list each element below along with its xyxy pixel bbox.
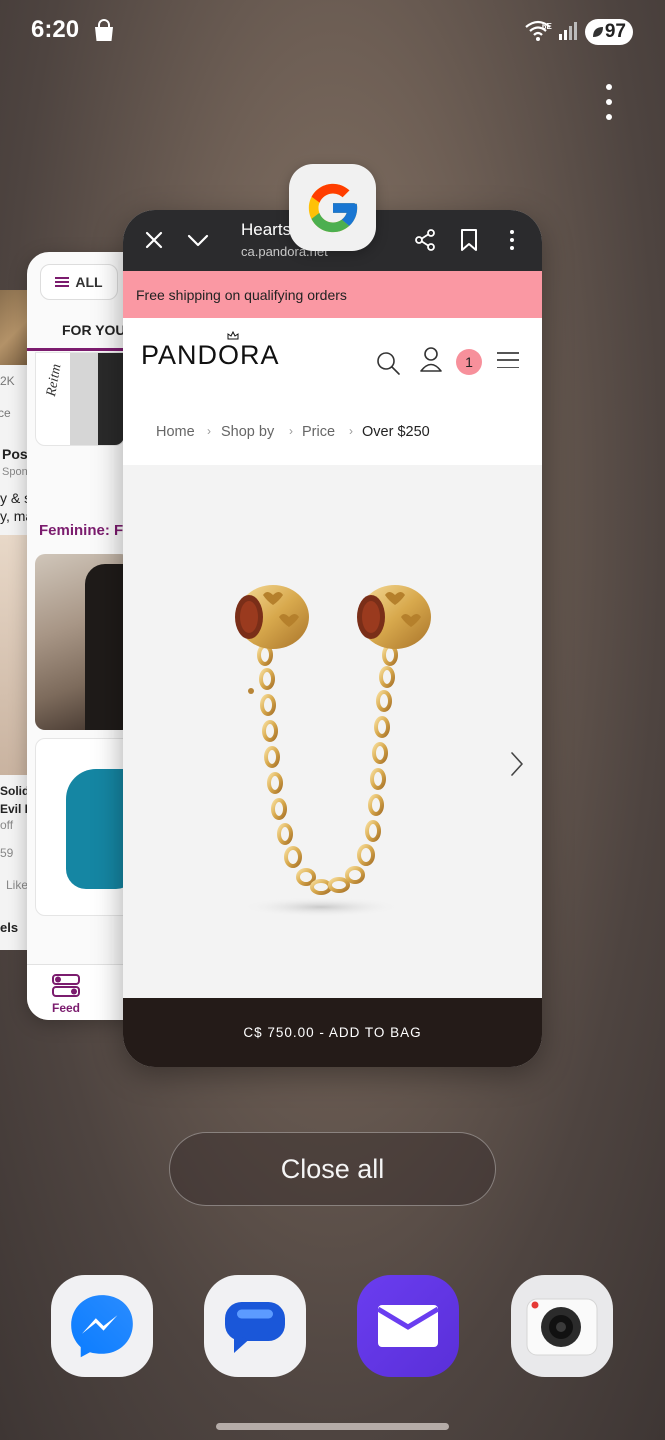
- messages-icon[interactable]: [204, 1275, 306, 1377]
- battery-saver-icon: [593, 27, 603, 37]
- recents-more-options-icon[interactable]: [596, 84, 622, 120]
- status-bar: 6:20 6E 97: [0, 0, 665, 64]
- section-title: Feminine: F: [39, 522, 124, 539]
- browser-app-card[interactable]: Hearts ca.pandora.net Free shipping on q…: [123, 210, 542, 1067]
- chevron-right-icon: ›: [349, 424, 353, 438]
- svg-text:6E: 6E: [542, 22, 552, 31]
- product-thumbnail[interactable]: [35, 738, 133, 916]
- signal-icon: [558, 22, 578, 45]
- product-thumbnail[interactable]: Reitm: [35, 352, 125, 446]
- breadcrumb-shop-by[interactable]: Shop by: [221, 424, 274, 440]
- status-time: 6:20: [31, 16, 80, 43]
- far-card-text: Like: [6, 878, 29, 892]
- chevron-down-icon[interactable]: [187, 232, 209, 253]
- close-icon[interactable]: [144, 230, 164, 255]
- product-image: [235, 585, 431, 917]
- breadcrumb-home[interactable]: Home: [156, 424, 195, 440]
- tab-for-you[interactable]: FOR YOU: [62, 322, 126, 338]
- chevron-right-icon[interactable]: [509, 751, 525, 782]
- promo-text: Free shipping on qualifying orders: [136, 286, 347, 303]
- bookmark-icon[interactable]: [459, 228, 479, 257]
- far-card-text: els: [0, 920, 19, 935]
- filter-all-button[interactable]: ALL: [40, 264, 118, 300]
- far-card-text: ce: [0, 406, 11, 420]
- battery-level: 97: [604, 21, 626, 42]
- menu-icon: [55, 277, 70, 287]
- far-card-text: off: [0, 818, 14, 832]
- promo-banner[interactable]: Free shipping on qualifying orders: [123, 271, 542, 318]
- close-all-button[interactable]: Close all: [169, 1132, 496, 1206]
- home-indicator[interactable]: [216, 1423, 449, 1430]
- breadcrumb-price[interactable]: Price: [302, 424, 335, 440]
- share-icon[interactable]: [413, 228, 437, 257]
- google-icon[interactable]: [289, 164, 376, 251]
- wifi-icon: 6E: [525, 20, 555, 47]
- product-thumbnail[interactable]: [35, 554, 131, 730]
- chevron-right-icon: ›: [207, 424, 211, 438]
- site-header: PANDORA 1: [123, 318, 542, 404]
- camera-icon[interactable]: [511, 1275, 613, 1377]
- far-card-text: Spon: [2, 466, 28, 478]
- account-icon[interactable]: [419, 346, 443, 379]
- chevron-right-icon: ›: [289, 424, 293, 438]
- crown-icon: [227, 331, 239, 340]
- add-to-bag-label: C$ 750.00 - ADD TO BAG: [243, 1025, 422, 1040]
- tab-title: Hearts: [241, 220, 292, 239]
- battery-indicator: 97: [585, 19, 633, 45]
- add-to-bag-button[interactable]: C$ 750.00 - ADD TO BAG: [123, 998, 542, 1067]
- shopping-bag-icon: [93, 19, 115, 48]
- more-options-icon[interactable]: [507, 230, 517, 250]
- cart-count-badge[interactable]: 1: [456, 349, 482, 375]
- product-image: [70, 353, 98, 445]
- search-icon[interactable]: [375, 350, 401, 381]
- product-image-carousel[interactable]: [123, 465, 542, 998]
- filter-all-label: ALL: [75, 274, 103, 290]
- far-card-text: Pos: [2, 446, 28, 462]
- hamburger-menu-icon[interactable]: [497, 352, 519, 368]
- pandora-logo[interactable]: PANDORA: [141, 331, 280, 371]
- messenger-icon[interactable]: [51, 1275, 153, 1377]
- breadcrumb: Home › Shop by › Price › Over $250: [123, 404, 542, 465]
- nav-feed-label: Feed: [52, 1001, 81, 1015]
- feed-icon[interactable]: [51, 973, 81, 1004]
- brand-logo: Reitm: [44, 362, 65, 398]
- product-image: [98, 353, 124, 445]
- close-all-label: Close all: [280, 1153, 385, 1184]
- far-card-image: [0, 535, 30, 775]
- logo-text: PANDORA: [141, 340, 280, 370]
- email-icon[interactable]: [357, 1275, 459, 1377]
- far-card-text: 59: [0, 846, 14, 860]
- far-card-text: Solid: [0, 784, 30, 798]
- far-card-count: 2K: [0, 374, 15, 388]
- breadcrumb-current: Over $250: [362, 424, 430, 440]
